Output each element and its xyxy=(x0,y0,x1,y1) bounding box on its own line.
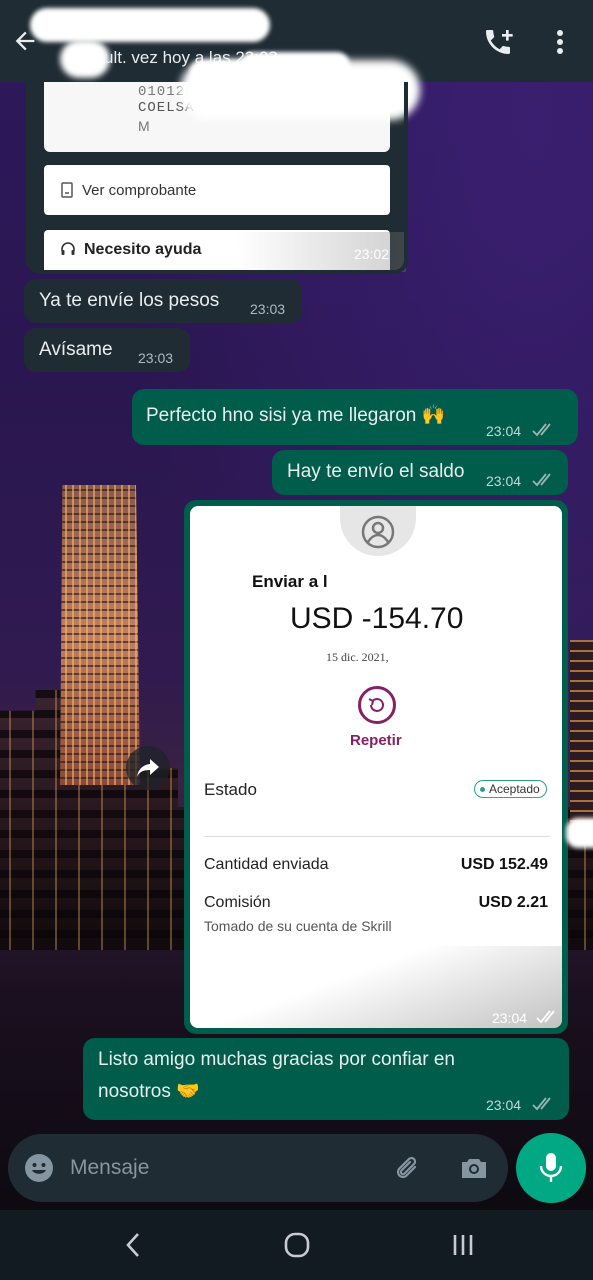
redaction-mark xyxy=(566,818,593,848)
sent-amount-value: USD 152.49 xyxy=(460,856,548,873)
double-check-icon xyxy=(532,423,551,437)
message-input[interactable] xyxy=(70,1148,370,1188)
nav-home-icon xyxy=(284,1232,310,1258)
message-bubble-outgoing[interactable]: Hay te envío el saldo 23:04 xyxy=(272,450,568,495)
wallpaper-tower xyxy=(60,485,140,785)
skrill-receipt-image[interactable]: Enviar a l USD -154.70 15 dic. 2021, Rep… xyxy=(190,506,562,1028)
message-time: 23:03 xyxy=(250,301,286,317)
receipt-icon xyxy=(61,182,73,198)
status-value: Aceptado xyxy=(489,782,540,796)
message-bubble-incoming[interactable]: Avísame 23:03 xyxy=(24,328,190,372)
image-message-bubble[interactable]: Enviar a l USD -154.70 15 dic. 2021, Rep… xyxy=(184,500,568,1034)
forward-icon xyxy=(137,759,159,777)
nav-recent-icon xyxy=(453,1235,473,1255)
message-bubble-outgoing[interactable]: Perfecto hno sisi ya me llegaron 🙌 23:04 xyxy=(132,389,578,445)
repeat-label: Repetir xyxy=(350,732,402,749)
add-call-button[interactable] xyxy=(480,24,516,60)
voice-message-button[interactable] xyxy=(516,1133,586,1203)
need-help-button[interactable]: Necesito ayuda xyxy=(44,230,390,270)
system-navigation-bar xyxy=(0,1210,593,1280)
avatar-redacted[interactable] xyxy=(60,40,110,78)
message-time: 23:03 xyxy=(138,350,174,366)
message-time: 23:04 xyxy=(486,1097,522,1113)
repeat-icon xyxy=(368,697,384,712)
sent-amount-label: Cantidad enviada xyxy=(204,856,329,873)
wallpaper-building xyxy=(570,640,593,840)
recipient-avatar xyxy=(340,506,416,556)
double-check-icon xyxy=(532,1097,551,1111)
repeat-button xyxy=(358,686,396,724)
message-composer xyxy=(8,1134,508,1202)
nav-back-button[interactable] xyxy=(114,1226,152,1264)
user-avatar-icon xyxy=(361,515,395,549)
attach-button[interactable] xyxy=(390,1150,426,1186)
message-text: Avísame xyxy=(39,339,113,360)
message-text-line-1: Listo amigo muchas gracias por confiar e… xyxy=(98,1049,455,1070)
emoji-icon xyxy=(25,1154,53,1182)
status-dot-icon xyxy=(480,787,485,792)
transfer-amount: USD -154.70 xyxy=(290,602,464,635)
message-bubble-outgoing[interactable]: Listo amigo muchas gracias por confiar e… xyxy=(83,1038,569,1120)
message-text: Hay te envío el saldo xyxy=(287,461,465,482)
fee-note: Tomado de su cuenta de Skrill xyxy=(204,918,392,934)
forward-button[interactable] xyxy=(126,746,170,790)
message-text: Perfecto hno sisi ya me llegaron 🙌 xyxy=(146,405,446,426)
nav-home-button[interactable] xyxy=(278,1226,316,1264)
transfer-code-line-3: M xyxy=(138,118,150,134)
attach-icon xyxy=(396,1156,417,1179)
message-time: 23:02 xyxy=(354,246,390,262)
status-badge: Aceptado xyxy=(474,780,547,798)
double-check-icon xyxy=(532,473,551,487)
message-bubble-incoming[interactable]: Ya te envíe los pesos 23:03 xyxy=(24,279,302,323)
more-vert-icon xyxy=(557,30,563,54)
transfer-date: 15 dic. 2021, xyxy=(326,650,389,664)
message-time: 23:04 xyxy=(486,473,522,489)
contact-name-redacted[interactable] xyxy=(30,8,270,42)
more-options-button[interactable] xyxy=(546,24,574,60)
nav-back-icon xyxy=(126,1233,139,1257)
message-text-line-2: nosotros 🤝 xyxy=(98,1081,200,1102)
nav-recent-apps-button[interactable] xyxy=(444,1226,482,1264)
message-time: 23:04 xyxy=(486,423,522,439)
view-receipt-button[interactable]: Ver comprobante xyxy=(44,165,390,215)
fee-value: USD 2.21 xyxy=(478,894,548,911)
status-label: Estado xyxy=(204,780,257,799)
message-text: Ya te envíe los pesos xyxy=(39,290,220,311)
redaction-mark xyxy=(240,52,350,78)
message-time: 23:04 xyxy=(492,1010,528,1026)
divider xyxy=(204,836,550,837)
send-to-label: Enviar a l xyxy=(252,572,328,591)
emoji-button[interactable] xyxy=(22,1151,56,1185)
view-receipt-label: Ver comprobante xyxy=(82,181,197,199)
camera-button[interactable] xyxy=(456,1150,492,1186)
need-help-label: Necesito ayuda xyxy=(84,241,202,258)
fee-label: Comisión xyxy=(204,894,271,911)
headset-icon xyxy=(61,242,75,255)
add-call-icon xyxy=(486,30,513,54)
mic-icon xyxy=(539,1153,563,1182)
camera-icon xyxy=(462,1159,486,1178)
double-check-icon xyxy=(536,1010,555,1024)
